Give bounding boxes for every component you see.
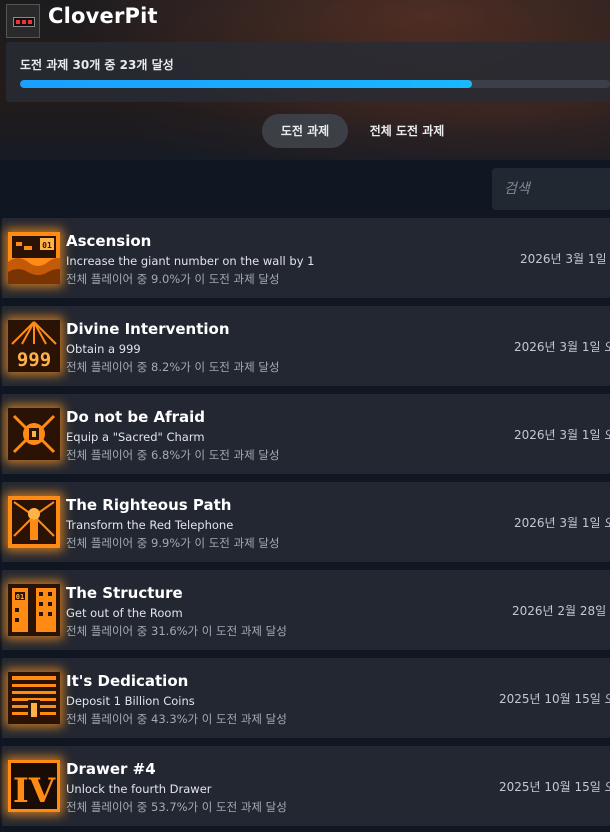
achievement-global-percent: 전체 플레이어 중 31.6%가 이 도전 과제 달성	[66, 624, 287, 638]
achievement-row[interactable]: The Righteous Path Transform the Red Tel…	[2, 482, 610, 562]
achievement-description: Transform the Red Telephone	[66, 518, 234, 532]
achievement-unlock-date: 2026년 3월 1일 오	[514, 428, 610, 442]
righteous-path-icon	[8, 496, 60, 548]
structure-icon: 01	[8, 584, 60, 636]
achievement-global-percent: 전체 플레이어 중 9.0%가 이 도전 과제 달성	[66, 272, 280, 286]
achievement-name: Ascension	[66, 232, 152, 250]
svg-text:IV: IV	[13, 771, 56, 811]
achievement-unlock-date: 2026년 3월 1일	[520, 252, 607, 266]
achievement-unlock-date: 2025년 10월 15일 오	[499, 692, 610, 706]
tab-my-achievements[interactable]: 도전 과제	[262, 114, 348, 148]
search-box[interactable]	[492, 168, 610, 210]
achievement-description: Obtain a 999	[66, 342, 141, 356]
divine-999-icon: 999	[8, 320, 60, 372]
achievement-global-percent: 전체 플레이어 중 6.8%가 이 도전 과제 달성	[66, 448, 280, 462]
dedication-icon	[8, 672, 60, 724]
achievement-row[interactable]: 01 The Structure Get out of the Room 전체 …	[2, 570, 610, 650]
drawer-iv-icon: IV	[8, 760, 60, 812]
achievement-row[interactable]: IV Drawer #4 Unlock the fourth Drawer 전체…	[2, 746, 610, 826]
achievement-unlock-date: 2026년 3월 1일 오	[514, 340, 610, 354]
game-header: CloverPit 도전 과제 30개 중 23개 달성 도전 과제 전체 도전…	[0, 0, 610, 160]
achievement-global-percent: 전체 플레이어 중 43.3%가 이 도전 과제 달성	[66, 712, 287, 726]
achievement-unlock-date: 2026년 2월 28일	[512, 604, 607, 618]
sacred-charm-icon	[8, 408, 60, 460]
progress-panel: 도전 과제 30개 중 23개 달성	[6, 42, 610, 102]
search-input[interactable]	[492, 168, 610, 210]
achievement-global-percent: 전체 플레이어 중 8.2%가 이 도전 과제 달성	[66, 360, 280, 374]
achievement-row[interactable]: It's Dedication Deposit 1 Billion Coins …	[2, 658, 610, 738]
slot-machine-icon[interactable]	[6, 4, 40, 38]
achievement-description: Get out of the Room	[66, 606, 183, 620]
achievement-global-percent: 전체 플레이어 중 53.7%가 이 도전 과제 달성	[66, 800, 287, 814]
progress-label: 도전 과제 30개 중 23개 달성	[20, 58, 174, 72]
achievement-name: Do not be Afraid	[66, 408, 206, 426]
svg-text:01: 01	[42, 241, 52, 250]
achievement-row[interactable]: 999 Divine Intervention Obtain a 999 전체 …	[2, 306, 610, 386]
achievement-name: Divine Intervention	[66, 320, 230, 338]
achievement-description: Increase the giant number on the wall by…	[66, 254, 315, 268]
achievement-name: The Structure	[66, 584, 183, 602]
achievement-description: Equip a "Sacred" Charm	[66, 430, 205, 444]
progress-fill	[20, 80, 473, 88]
achievement-row[interactable]: Do not be Afraid Equip a "Sacred" Charm …	[2, 394, 610, 474]
ascension-icon: 01	[8, 232, 60, 284]
achievement-name: It's Dedication	[66, 672, 189, 690]
achievement-description: Deposit 1 Billion Coins	[66, 694, 195, 708]
progress-bar	[20, 80, 610, 88]
achievement-description: Unlock the fourth Drawer	[66, 782, 212, 796]
achievement-name: Drawer #4	[66, 760, 156, 778]
tab-all-achievements[interactable]: 전체 도전 과제	[358, 114, 456, 148]
achievement-name: The Righteous Path	[66, 496, 232, 514]
achievement-global-percent: 전체 플레이어 중 9.9%가 이 도전 과제 달성	[66, 536, 280, 550]
svg-text:999: 999	[17, 349, 51, 371]
achievement-unlock-date: 2025년 10월 15일 오	[499, 780, 610, 794]
achievement-row[interactable]: 01 Ascension Increase the giant number o…	[2, 218, 610, 298]
achievement-unlock-date: 2026년 3월 1일 오	[514, 516, 610, 530]
app-title[interactable]: CloverPit	[48, 4, 158, 28]
svg-text:01: 01	[16, 593, 24, 601]
